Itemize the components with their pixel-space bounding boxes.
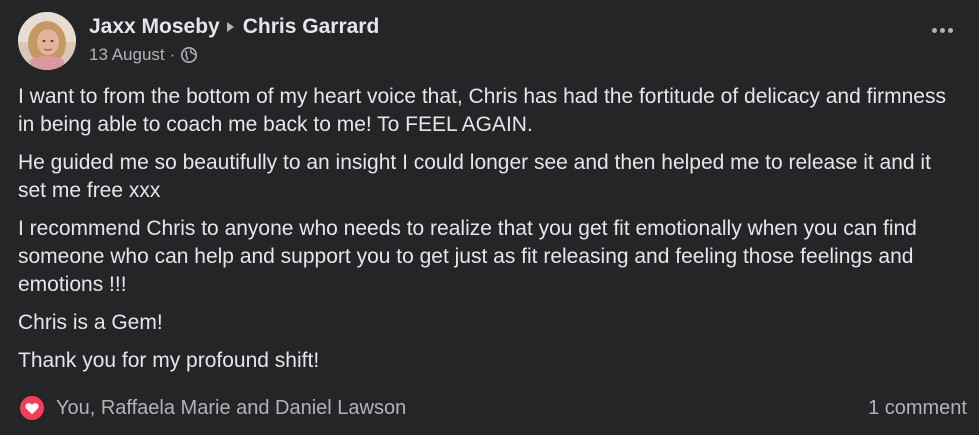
separator: · [169,45,176,64]
post-card: Jaxx Moseby Chris Garrard 13 August · I … [0,0,979,435]
post-paragraph: I want to from the bottom of my heart vo… [18,85,946,136]
comments-count[interactable]: 1 comment [868,397,967,420]
post-date[interactable]: 13 August [89,45,165,65]
more-dot [932,28,937,33]
reactions-text: You, Raffaela Marie and Daniel Lawson [56,396,407,419]
more-options-icon[interactable] [932,28,953,33]
reactions-summary[interactable]: You, Raffaela Marie and Daniel Lawson [18,394,406,422]
post-paragraph: He guided me so beautifully to an insigh… [18,151,931,202]
post-paragraph: I recommend Chris to anyone who needs to… [18,217,917,296]
right-arrow-icon [226,22,234,32]
more-dot [948,28,953,33]
more-dot [940,28,945,33]
post-header: Jaxx Moseby Chris Garrard 13 August · [18,12,379,70]
post-footer: You, Raffaela Marie and Daniel Lawson 1 … [18,392,967,424]
post-subline: 13 August · [89,45,379,65]
post-names: Jaxx Moseby Chris Garrard [89,14,379,40]
post-paragraph: Thank you for my profound shift! [18,349,320,372]
globe-icon[interactable] [180,46,198,64]
post-paragraph: Chris is a Gem! [18,311,163,334]
post-body: I want to from the bottom of my heart vo… [18,83,963,385]
author-name[interactable]: Jaxx Moseby [89,14,220,40]
love-reaction-icon [18,394,46,422]
post-meta: Jaxx Moseby Chris Garrard 13 August · [89,14,379,65]
recipient-name[interactable]: Chris Garrard [243,14,380,40]
author-avatar[interactable] [18,12,76,70]
avatar-image [18,12,76,70]
